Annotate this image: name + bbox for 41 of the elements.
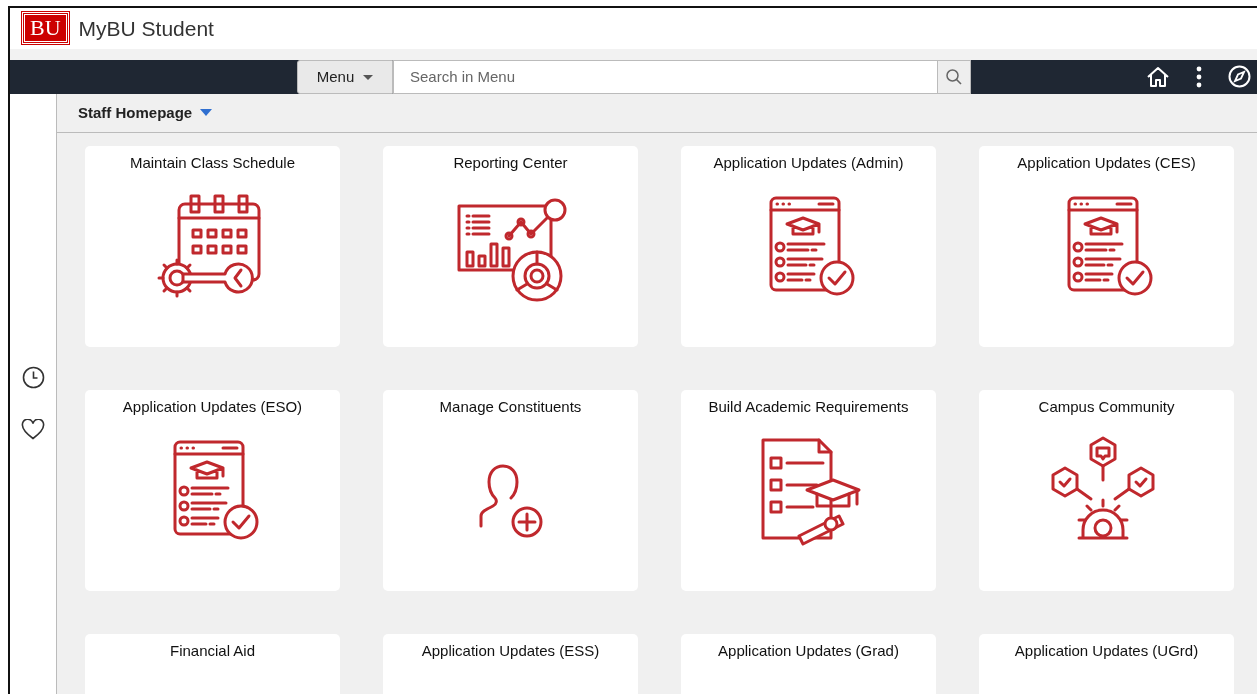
app-tile[interactable]: Maintain Class Schedule: [85, 145, 340, 347]
kebab-menu-icon: [1196, 65, 1202, 88]
tile-title: Application Updates (CES): [1017, 152, 1196, 173]
tile-title: Build Academic Requirements: [708, 396, 909, 417]
app-tile[interactable]: Manage Constituents: [383, 389, 638, 591]
homepage-selector[interactable]: Staff Homepage: [57, 93, 1257, 133]
app-tile[interactable]: Build Academic Requirements: [681, 389, 936, 591]
home-icon: [1146, 65, 1170, 88]
more-options-button[interactable]: [1196, 65, 1202, 88]
tile-title: Application Updates (UGrd): [1014, 640, 1199, 661]
tile-title: Application Updates (Admin): [713, 152, 904, 173]
tile-title: Application Updates (ESO): [122, 396, 303, 417]
app-tile[interactable]: Application Updates (Grad): [681, 633, 936, 694]
compass-icon: [1228, 65, 1251, 89]
tile-title: Reporting Center: [453, 152, 568, 173]
search-icon: [945, 67, 963, 86]
home-button[interactable]: [1146, 65, 1170, 88]
tile-title: Maintain Class Schedule: [129, 152, 296, 173]
app-tile[interactable]: Application Updates (CES): [979, 145, 1234, 347]
app-tile[interactable]: Reporting Center: [383, 145, 638, 347]
app-tile[interactable]: Application Updates (ESO): [85, 389, 340, 591]
tile-title: Campus Community: [1038, 396, 1175, 417]
university-logo: BU: [22, 12, 69, 45]
app-tile[interactable]: Financial Aid: [85, 633, 340, 694]
tile-title: Application Updates (Grad): [718, 640, 899, 661]
app-tile[interactable]: Campus Community: [979, 389, 1234, 591]
favorites-heart-icon[interactable]: [21, 418, 45, 440]
app-tile[interactable]: Application Updates (Admin): [681, 145, 936, 347]
app-tile[interactable]: Application Updates (UGrd): [979, 633, 1234, 694]
app-tile[interactable]: Application Updates (ESS): [383, 633, 638, 694]
tile-title: Manage Constituents: [439, 396, 582, 417]
search-field[interactable]: Search in Menu: [393, 59, 937, 94]
caret-icon: [363, 75, 374, 81]
tile-title: Financial Aid: [169, 640, 256, 661]
navigator-button[interactable]: [1228, 65, 1251, 89]
recent-history-icon[interactable]: [21, 365, 45, 389]
dropdown-caret-icon: [200, 109, 213, 117]
app-title: MyBU Student: [78, 15, 214, 42]
menu-button[interactable]: Menu: [297, 59, 393, 94]
search-button[interactable]: [937, 59, 971, 94]
tile-title: Application Updates (ESS): [421, 640, 600, 661]
